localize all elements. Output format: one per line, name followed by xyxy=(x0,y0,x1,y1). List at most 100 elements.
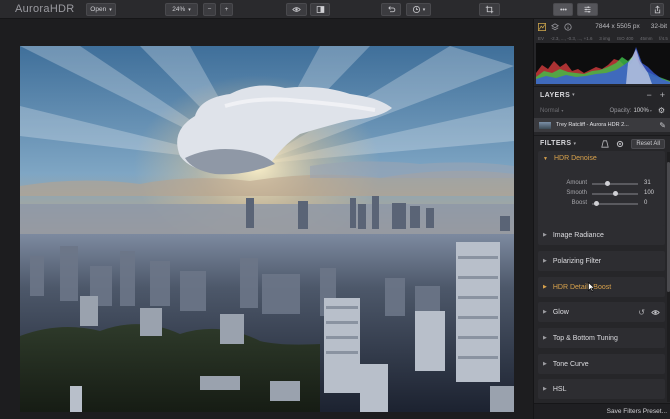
right-panel: 7844 x 5505 px 32-bit EV -2.3, ..., -0.3… xyxy=(533,19,670,419)
compare-button[interactable] xyxy=(310,3,330,16)
zoom-value: 24% xyxy=(172,6,186,13)
remove-layer-button[interactable]: − xyxy=(646,90,651,100)
chevron-right-icon: ▶ xyxy=(543,335,547,341)
smooth-slider[interactable]: Smooth 100 xyxy=(538,189,665,199)
chevron-right-icon: ▶ xyxy=(543,232,547,238)
filter-header[interactable]: ▼ HDR Denoise xyxy=(543,155,597,162)
layer-row[interactable]: Trey Ratcliff - Aurora HDR 2... ✎ xyxy=(534,118,670,132)
crop-button[interactable] xyxy=(479,3,500,16)
filters-header: FILTERS ▾ Reset All xyxy=(534,135,670,151)
filter-name: HSL xyxy=(552,385,567,393)
brush-icon[interactable]: ✎ xyxy=(659,121,666,130)
exif-item: ISO 400 xyxy=(616,36,634,41)
filter-name: Glow xyxy=(552,308,569,316)
top-toolbar: AuroraHDR Open ▾ 24% ▾ − + ▾ xyxy=(0,0,670,19)
layer-name: Trey Ratcliff - Aurora HDR 2... xyxy=(556,122,629,128)
histogram-graph xyxy=(536,43,670,84)
boost-slider[interactable]: Boost 0 xyxy=(538,199,665,209)
photo-preview[interactable] xyxy=(20,46,514,412)
slider-knob[interactable] xyxy=(594,201,599,206)
filter-hsl[interactable]: ▶ HSL xyxy=(538,379,665,399)
filter-name: Top & Bottom Tuning xyxy=(552,334,618,342)
adjustments-toggle-button[interactable] xyxy=(577,3,598,16)
slider-value: 31 xyxy=(644,180,651,186)
filter-tone-curve[interactable]: ▶ Tone Curve xyxy=(538,354,665,374)
mouse-cursor-icon xyxy=(588,282,595,292)
histogram-icon xyxy=(559,8,567,11)
filter-hdr-details-boost[interactable]: ▶ HDR Details Boost xyxy=(538,277,665,297)
chevron-down-icon: ▾ xyxy=(422,6,426,13)
slider-label: Amount xyxy=(566,180,587,186)
histogram-plot xyxy=(536,47,670,84)
slider-value: 100 xyxy=(644,190,655,196)
eye-icon[interactable] xyxy=(651,308,660,317)
slider-knob[interactable] xyxy=(613,191,618,196)
settings-icon[interactable] xyxy=(616,140,624,148)
preview-button[interactable] xyxy=(286,3,307,16)
save-filters-preset-button[interactable]: Save Filters Preset... xyxy=(607,408,667,415)
exif-item: 45mm xyxy=(640,36,653,41)
amount-slider[interactable]: Amount 31 xyxy=(538,179,665,189)
zoom-in-button[interactable]: + xyxy=(220,3,233,16)
zoom-out-button[interactable]: − xyxy=(203,3,216,16)
filter-image-radiance[interactable]: ▶ Image Radiance xyxy=(538,225,665,245)
chevron-right-icon: ▶ xyxy=(543,258,547,264)
share-icon xyxy=(654,5,660,14)
filter-name: Tone Curve xyxy=(552,360,589,368)
chevron-down-icon: ▾ xyxy=(561,108,564,113)
plus-icon: + xyxy=(224,6,229,13)
chevron-down-icon: ▾ xyxy=(573,140,576,147)
zoom-select[interactable]: 24% ▾ xyxy=(165,3,198,16)
reset-all-button[interactable]: Reset All xyxy=(631,138,665,149)
share-button[interactable] xyxy=(650,3,664,16)
history-button[interactable]: ▾ xyxy=(406,3,431,16)
opacity-value[interactable]: 100% xyxy=(633,108,648,114)
exif-item: EV xyxy=(538,36,545,41)
undo-icon xyxy=(387,6,395,13)
layers-icon[interactable] xyxy=(551,22,559,31)
filter-glow[interactable]: ▶ Glow ↺ xyxy=(538,302,665,322)
info-icon[interactable] xyxy=(564,22,572,31)
filters-title[interactable]: FILTERS xyxy=(540,140,571,147)
chevron-down-icon: ▾ xyxy=(572,92,575,98)
slider-track[interactable] xyxy=(592,183,638,185)
open-button[interactable]: Open ▾ xyxy=(86,3,116,16)
image-canvas[interactable] xyxy=(0,19,533,419)
history-icon xyxy=(412,5,420,14)
image-info-row: 7844 x 5505 px 32-bit xyxy=(534,19,670,34)
mask-icon[interactable] xyxy=(601,139,610,148)
filter-name: HDR Details Boost xyxy=(552,283,612,291)
slider-value: 0 xyxy=(644,200,648,206)
histogram-icon[interactable] xyxy=(538,22,546,31)
exif-item: f/4.5 xyxy=(659,36,668,41)
slider-label: Smooth xyxy=(566,190,587,196)
crop-icon xyxy=(485,5,494,14)
save-preset-bar: Save Filters Preset... xyxy=(534,403,670,419)
exif-item: -2.3, ..., -0.3, ..., +1.6 xyxy=(550,36,593,41)
layers-header[interactable]: LAYERS ▾ − + xyxy=(534,86,670,103)
chevron-down-icon: ▼ xyxy=(543,155,548,162)
reset-filter-icon[interactable]: ↺ xyxy=(638,308,645,317)
open-button-label: Open xyxy=(90,6,107,13)
filter-top-bottom-tuning[interactable]: ▶ Top & Bottom Tuning xyxy=(538,328,665,348)
chevron-down-icon: ▾ xyxy=(649,108,652,113)
undo-button[interactable] xyxy=(381,3,401,16)
city-skyline-photo xyxy=(20,46,514,412)
filter-polarizing[interactable]: ▶ Polarizing Filter xyxy=(538,251,665,271)
gear-icon[interactable]: ⚙ xyxy=(658,106,665,115)
filter-name: HDR Denoise xyxy=(553,155,597,162)
chevron-right-icon: ▶ xyxy=(543,386,547,392)
exif-row: EV -2.3, ..., -0.3, ..., +1.6 3 img ISO … xyxy=(538,36,668,41)
exif-item: 3 img xyxy=(599,36,611,41)
filter-name: Image Radiance xyxy=(552,231,604,239)
bit-depth: 32-bit xyxy=(650,23,667,30)
compare-icon xyxy=(316,6,324,13)
image-dimensions: 7844 x 5505 px xyxy=(595,23,640,30)
chevron-down-icon: ▾ xyxy=(109,6,112,13)
histogram-toggle-button[interactable] xyxy=(553,3,573,16)
add-layer-button[interactable]: + xyxy=(660,90,665,100)
layer-thumbnail xyxy=(539,121,551,129)
blend-mode-select[interactable]: Normal xyxy=(540,108,559,114)
slider-knob[interactable] xyxy=(605,181,610,186)
blend-row: Normal ▾ Opacity: 100% ▾ ⚙ xyxy=(534,104,670,117)
